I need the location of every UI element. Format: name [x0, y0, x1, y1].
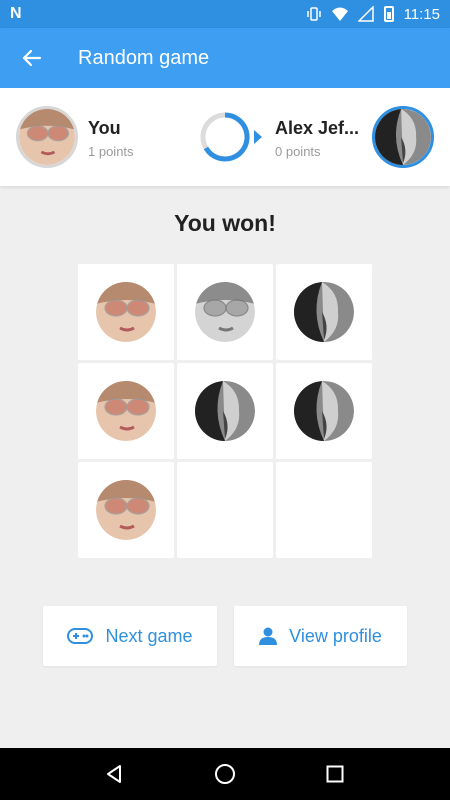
gamepad-icon: [67, 628, 94, 644]
view-profile-label: View profile: [289, 625, 382, 646]
nav-home-button[interactable]: [205, 754, 245, 794]
you-piece: [96, 480, 156, 540]
opponent-piece: [294, 282, 354, 342]
system-nav-bar: [0, 748, 450, 800]
board-cell[interactable]: [276, 363, 372, 459]
status-bar: N 11:15: [0, 0, 450, 28]
board-cell[interactable]: [177, 462, 273, 558]
board-cell[interactable]: [177, 264, 273, 360]
opponent-points: 0 points: [275, 144, 321, 159]
opponent-name: Alex Jef...: [275, 118, 360, 138]
recents-square-icon: [326, 765, 344, 783]
vibrate-icon: [306, 7, 321, 21]
nav-recents-button[interactable]: [315, 754, 355, 794]
next-game-label: Next game: [105, 625, 193, 646]
board-cell[interactable]: [276, 264, 372, 360]
next-game-button[interactable]: Next game: [43, 606, 217, 666]
you-piece: [96, 381, 156, 441]
nav-back-button[interactable]: [95, 754, 135, 794]
back-triangle-icon: [107, 765, 121, 783]
you-name: You: [88, 118, 121, 138]
back-button[interactable]: [0, 28, 64, 88]
opponent-piece: [294, 381, 354, 441]
opponent-piece: [195, 381, 255, 441]
app-bar: Random game: [0, 28, 450, 88]
person-icon: [259, 627, 278, 645]
board-cell[interactable]: [177, 363, 273, 459]
board-cell[interactable]: [78, 363, 174, 459]
avatar-opponent[interactable]: [372, 106, 434, 168]
board-cell[interactable]: [78, 264, 174, 360]
battery-icon: [383, 6, 394, 22]
you-piece-faded: [195, 282, 255, 342]
players-header: You 1 points Alex Jef... 0 points: [0, 88, 450, 186]
arrow-back-icon: [22, 49, 42, 67]
notification-icon: N: [10, 5, 22, 22]
signal-off-icon: [357, 6, 374, 22]
board-cell[interactable]: [78, 462, 174, 558]
avatar-you[interactable]: [16, 106, 78, 168]
game-result-title: You won!: [174, 210, 276, 236]
view-profile-button[interactable]: View profile: [234, 606, 407, 666]
status-time: 11:15: [403, 5, 440, 23]
home-circle-icon: [215, 764, 235, 784]
board-cell[interactable]: [276, 462, 372, 558]
you-points: 1 points: [88, 144, 134, 159]
you-piece: [96, 282, 156, 342]
turn-progress-arrow-icon: [200, 112, 262, 162]
page-title: Random game: [78, 46, 210, 69]
game-board: [78, 264, 372, 558]
wifi-icon: [331, 7, 348, 21]
